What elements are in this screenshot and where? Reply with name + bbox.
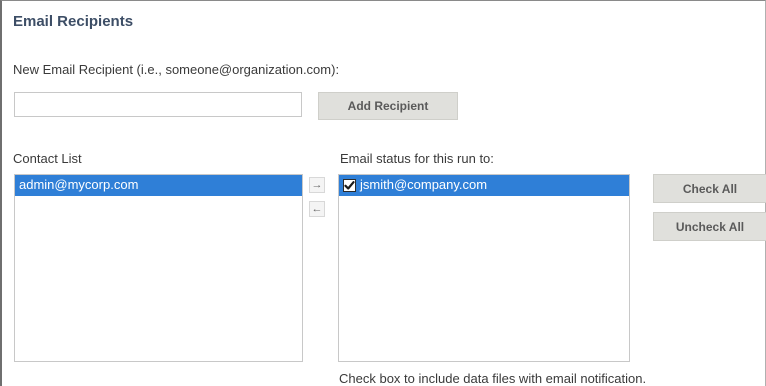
add-recipient-button[interactable]: Add Recipient [318, 92, 458, 120]
contact-list-label: Contact List [13, 151, 82, 166]
new-recipient-email-input[interactable] [14, 92, 302, 117]
uncheck-all-button[interactable]: Uncheck All [653, 212, 766, 241]
email-status-list-item[interactable]: jsmith@company.com [339, 175, 629, 196]
email-status-list-box[interactable]: jsmith@company.com [338, 174, 630, 362]
recipient-email: jsmith@company.com [360, 177, 488, 192]
move-left-button[interactable]: ← [309, 201, 325, 217]
checkmark-icon [344, 181, 355, 190]
section-title: Email Recipients [13, 13, 134, 30]
new-recipient-label: New Email Recipient (i.e., someone@organ… [13, 62, 340, 77]
move-right-button[interactable]: → [309, 177, 325, 193]
checkbox-checked-icon[interactable] [343, 179, 356, 192]
footnote-text: Check box to include data files with ema… [339, 371, 647, 386]
contact-list-item[interactable]: admin@mycorp.com [15, 175, 302, 196]
email-status-label: Email status for this run to: [340, 151, 494, 166]
contact-email: admin@mycorp.com [19, 177, 139, 192]
email-recipients-panel: Email Recipients New Email Recipient (i.… [0, 0, 766, 386]
contact-list-box[interactable]: admin@mycorp.com [14, 174, 303, 362]
arrow-right-icon: → [311, 178, 323, 191]
check-all-button[interactable]: Check All [653, 174, 766, 203]
arrow-left-icon: ← [311, 202, 323, 215]
